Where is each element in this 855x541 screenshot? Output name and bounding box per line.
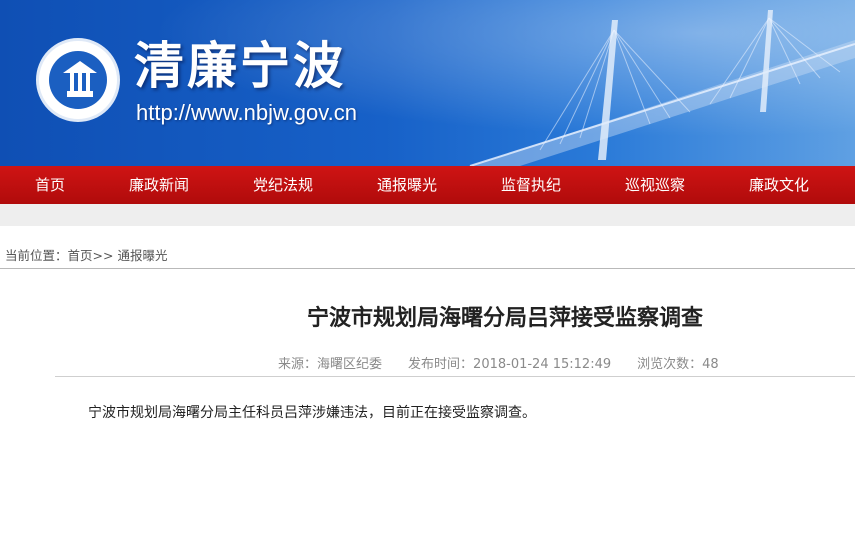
temple-icon bbox=[63, 61, 97, 97]
site-banner: 清廉宁波 http://www.nbjw.gov.cn bbox=[0, 0, 855, 166]
nav-shadow-bar bbox=[0, 204, 855, 226]
article-time: 2018-01-24 15:12:49 bbox=[473, 357, 612, 372]
article-views: 48 bbox=[702, 357, 719, 372]
breadcrumb-separator: >> bbox=[92, 248, 118, 263]
breadcrumb-home-link[interactable]: 首页 bbox=[68, 248, 93, 263]
meta-divider bbox=[55, 376, 855, 377]
nav-item-supervision[interactable]: 监督执纪 bbox=[466, 166, 596, 204]
article-body: 宁波市规划局海曙分局主任科员吕萍涉嫌违法，目前正在接受监察调查。 bbox=[88, 405, 536, 421]
breadcrumb-current-link[interactable]: 通报曝光 bbox=[117, 248, 167, 263]
article-meta: 来源：海曙区纪委 发布时间：2018-01-24 15:12:49 浏览次数：48 bbox=[278, 353, 719, 372]
breadcrumb-prefix: 当前位置： bbox=[5, 248, 68, 263]
site-logo[interactable] bbox=[36, 38, 120, 122]
breadcrumb-divider bbox=[0, 268, 855, 269]
article-title: 宁波市规划局海曙分局吕萍接受监察调查 bbox=[306, 306, 703, 331]
article-source: 海曙区纪委 bbox=[317, 357, 383, 372]
nav-item-regulations[interactable]: 党纪法规 bbox=[218, 166, 348, 204]
nav-item-exposure[interactable]: 通报曝光 bbox=[348, 166, 466, 204]
time-label: 发布时间： bbox=[408, 357, 474, 372]
main-nav: 首页 廉政新闻 党纪法规 通报曝光 监督执纪 巡视巡察 廉政文化 bbox=[0, 166, 855, 204]
views-label: 浏览次数： bbox=[637, 357, 703, 372]
nav-item-home[interactable]: 首页 bbox=[0, 166, 100, 204]
source-label: 来源： bbox=[278, 357, 318, 372]
bridge-illustration bbox=[469, 10, 855, 166]
site-url[interactable]: http://www.nbjw.gov.cn bbox=[136, 100, 357, 126]
site-title: 清廉宁波 bbox=[134, 36, 346, 95]
nav-item-inspection[interactable]: 巡视巡察 bbox=[596, 166, 714, 204]
nav-item-news[interactable]: 廉政新闻 bbox=[100, 166, 218, 204]
breadcrumb: 当前位置：首页>> 通报曝光 bbox=[5, 245, 167, 264]
nav-item-culture[interactable]: 廉政文化 bbox=[714, 166, 844, 204]
